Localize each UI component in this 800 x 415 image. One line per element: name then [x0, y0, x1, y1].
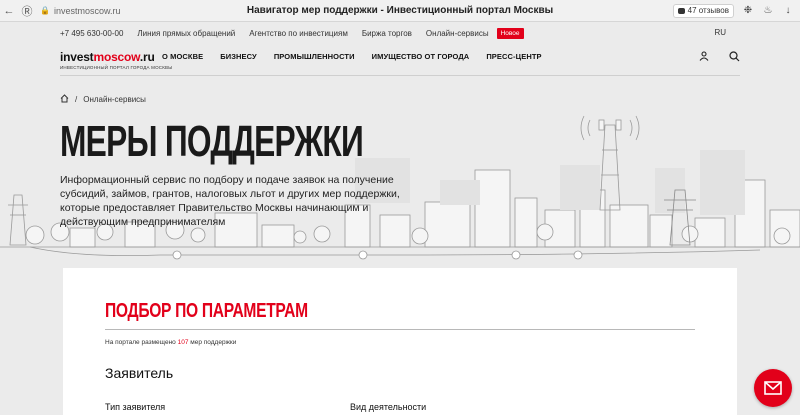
- count-suffix: мер поддержки: [190, 339, 237, 346]
- mail-icon: [764, 381, 782, 395]
- nav-item-about-moscow[interactable]: О Москве: [162, 52, 203, 61]
- breadcrumb: / Онлайн-сервисы: [60, 94, 146, 105]
- count-number[interactable]: 107: [178, 339, 189, 346]
- breadcrumb-separator: /: [75, 95, 78, 104]
- new-badge: Новое: [496, 27, 524, 39]
- nav-item-business[interactable]: Бизнесу: [220, 52, 257, 61]
- reviews-button[interactable]: 47 отзывов: [672, 3, 734, 18]
- measures-count: На портале размещено 107 мер поддержки: [105, 339, 236, 346]
- page-description: Информационный сервис по подбору и подач…: [60, 174, 400, 228]
- nav-item-property[interactable]: Имущество от города: [372, 52, 470, 61]
- logo-subtitle: ИНВЕСТИЦИОННЫЙ ПОРТАЛ ГОРОДА МОСКВЫ: [60, 65, 173, 70]
- lock-icon: 🔒: [40, 6, 50, 15]
- browser-bar: ← Ⓡ 🔒 investmoscow.ru Навигатор мер подд…: [0, 0, 800, 22]
- topbar-link-direct-line[interactable]: Линия прямых обращений: [137, 29, 235, 38]
- url-text: investmoscow.ru: [53, 5, 121, 16]
- topbar-link-online-services[interactable]: Онлайн-сервисы: [426, 29, 489, 38]
- card-divider: [105, 329, 695, 330]
- filter-card: ПОДБОР ПО ПАРАМЕТРАМ На портале размещен…: [63, 268, 737, 415]
- logo-suffix: .ru: [139, 50, 155, 64]
- address-bar[interactable]: 🔒 investmoscow.ru: [40, 6, 121, 16]
- nav-item-press-center[interactable]: Пресс-центр: [486, 52, 541, 61]
- top-bar: +7 495 630-00-00 Линия прямых обращений …: [60, 26, 740, 40]
- reviews-label: 47 отзывов: [687, 6, 729, 15]
- language-switcher[interactable]: RU: [714, 28, 726, 37]
- logo-main: invest: [60, 50, 94, 64]
- count-prefix: На портале размещено: [105, 339, 176, 346]
- main-nav: investmoscow.ru ИНВЕСТИЦИОННЫЙ ПОРТАЛ ГО…: [60, 48, 740, 78]
- topbar-link-exchange[interactable]: Биржа торгов: [362, 29, 412, 38]
- feedback-button[interactable]: [754, 369, 792, 407]
- chat-bubble-icon: [677, 7, 685, 14]
- user-icon[interactable]: [698, 50, 710, 62]
- browser-logo-icon[interactable]: Ⓡ: [18, 2, 36, 20]
- topbar-link-agency[interactable]: Агентство по инвестициям: [249, 29, 348, 38]
- nav-divider: [60, 75, 740, 76]
- fire-icon[interactable]: ♨: [762, 5, 774, 17]
- tab-title: Навигатор мер поддержки - Инвестиционный…: [246, 5, 554, 16]
- breadcrumb-current[interactable]: Онлайн-сервисы: [83, 95, 146, 104]
- site-logo[interactable]: investmoscow.ru ИНВЕСТИЦИОННЫЙ ПОРТАЛ ГО…: [60, 50, 172, 70]
- phone-link[interactable]: +7 495 630-00-00: [60, 29, 123, 38]
- back-icon[interactable]: ←: [0, 2, 18, 20]
- activity-type-label: Вид деятельности: [350, 402, 427, 412]
- home-icon[interactable]: [60, 94, 69, 105]
- nav-item-industry[interactable]: Промышленности: [274, 52, 355, 61]
- bug-icon[interactable]: ❉: [742, 5, 754, 17]
- page-title: МЕРЫ ПОДДЕРЖКИ: [60, 117, 364, 166]
- applicant-section-title: Заявитель: [105, 365, 174, 381]
- applicant-type-label: Тип заявителя: [105, 402, 166, 412]
- search-icon[interactable]: [728, 50, 740, 62]
- logo-accent: moscow: [93, 50, 140, 64]
- filter-title: ПОДБОР ПО ПАРАМЕТРАМ: [105, 300, 308, 322]
- download-icon[interactable]: ↓: [782, 5, 794, 17]
